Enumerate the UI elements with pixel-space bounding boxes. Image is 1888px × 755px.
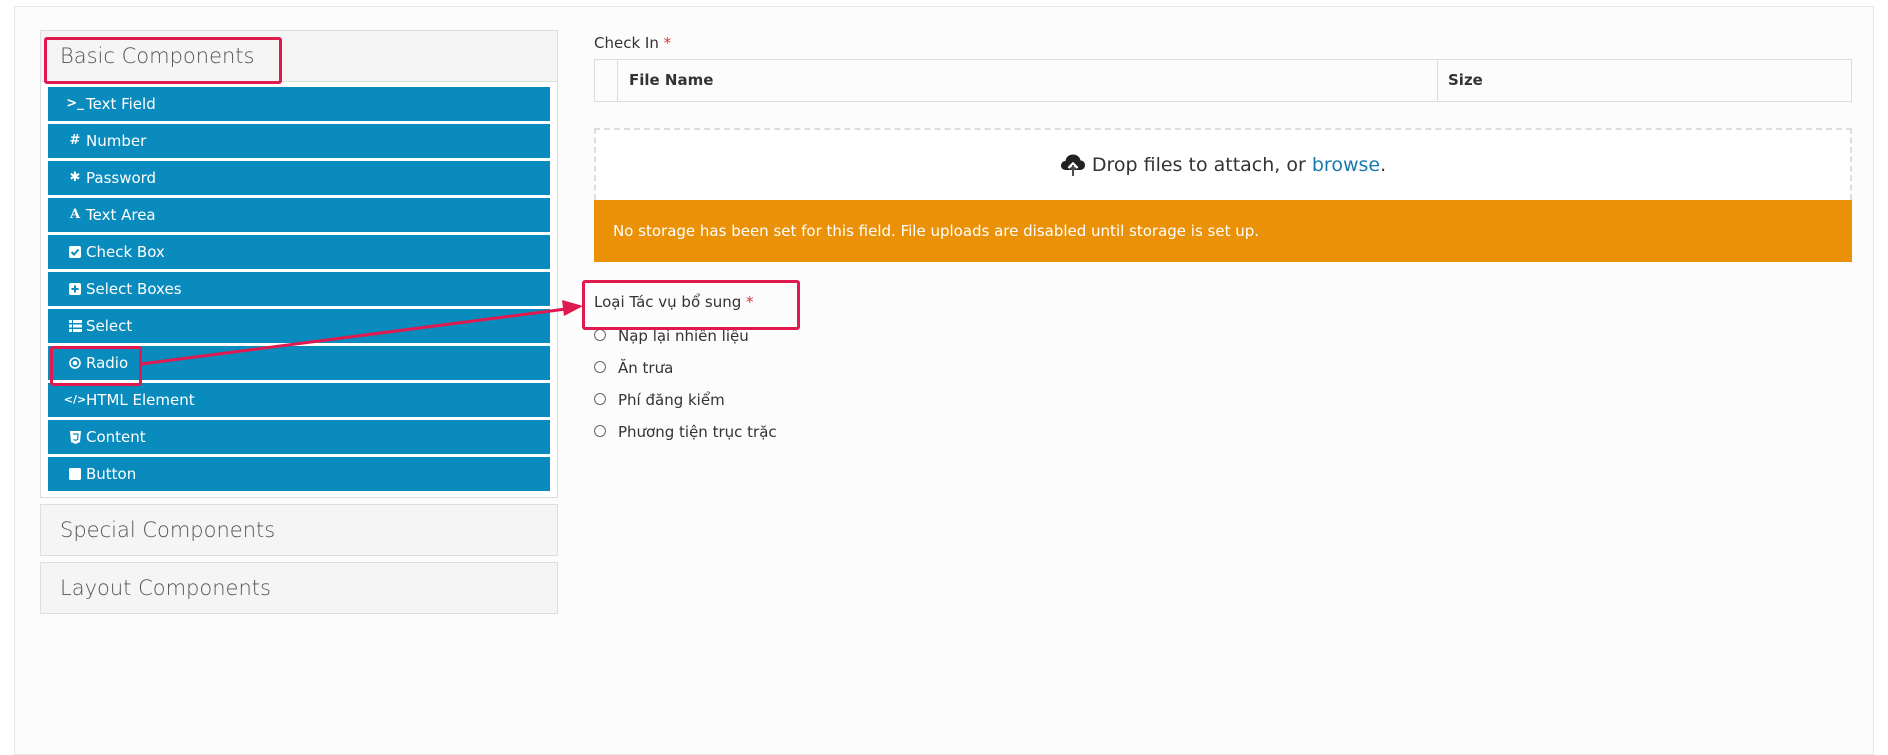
annotation-arrow bbox=[140, 300, 583, 366]
